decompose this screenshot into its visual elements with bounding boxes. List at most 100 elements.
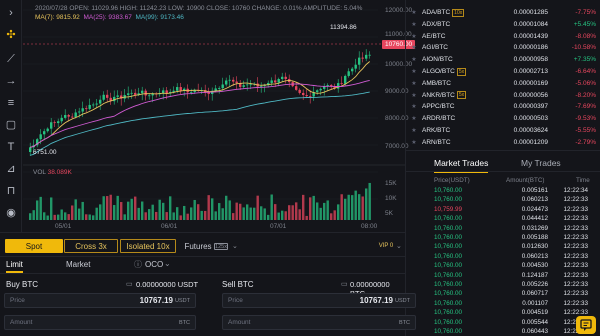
- magnet-icon[interactable]: ⊓: [4, 184, 18, 198]
- candle-body: [344, 75, 347, 84]
- sell-price-field[interactable]: Price 10767.19 USDT: [222, 293, 416, 308]
- volume-bar: [232, 213, 235, 220]
- volume-bar: [190, 207, 193, 220]
- candle-body: [235, 81, 238, 83]
- candle-body: [305, 95, 308, 97]
- tab-limit[interactable]: Limit: [6, 260, 23, 269]
- trade-amount: 0.005544: [521, 318, 548, 326]
- volume-label: VOL: [33, 169, 46, 176]
- volume-bar: [130, 198, 133, 220]
- favorite-star-icon[interactable]: ★: [406, 44, 422, 51]
- eye-icon[interactable]: ◉: [4, 206, 18, 220]
- pair-row[interactable]: ★ ALGO/BTC 5x 0.00002713 -6.64%: [406, 66, 600, 77]
- pair-row[interactable]: ★ ARK/BTC 0.00003624 -5.55%: [406, 125, 600, 136]
- candle-body: [309, 96, 312, 97]
- pair-row[interactable]: ★ ADA/BTC 10x 0.00001285 -7.75%: [406, 7, 600, 18]
- sell-price-label: Price: [228, 297, 243, 304]
- favorite-star-icon[interactable]: ★: [406, 21, 422, 28]
- favorite-star-icon[interactable]: ★: [406, 56, 422, 63]
- pair-row[interactable]: ★ AMB/BTC 0.00000169 -5.06%: [406, 78, 600, 89]
- favorite-star-icon[interactable]: ★: [406, 103, 422, 110]
- favorite-star-icon[interactable]: ★: [406, 80, 422, 87]
- chevron-down-icon[interactable]: ⌄: [232, 242, 238, 250]
- trade-price: 10,760.00: [434, 224, 463, 232]
- volume-bar: [78, 208, 81, 220]
- tab-market[interactable]: Market: [66, 260, 90, 269]
- trade-amount: 0.001107: [522, 299, 548, 307]
- favorite-star-icon[interactable]: ★: [406, 92, 422, 99]
- x-axis-label: 07/01: [270, 223, 287, 230]
- trade-amount: 0.060213: [521, 196, 548, 204]
- candle-body: [316, 90, 319, 93]
- pair-row[interactable]: ★ AION/BTC 0.00000958 +7.35%: [406, 54, 600, 65]
- price-chart[interactable]: 2020/07/28 OPEN: 11029.96 HIGH: 11242.23…: [23, 0, 416, 232]
- buy-amount-field[interactable]: Amount BTC: [4, 315, 196, 330]
- volume-bar: [330, 213, 333, 220]
- trade-price: 10,760.00: [434, 252, 463, 260]
- buy-title: Buy BTC: [6, 280, 39, 289]
- tab-oco[interactable]: OCO: [145, 260, 163, 269]
- spot-button[interactable]: Spot: [5, 239, 63, 253]
- volume-bar: [235, 202, 238, 220]
- pair-row[interactable]: ★ APPC/BTC 0.00000397 -7.69%: [406, 101, 600, 112]
- isolated-margin-button[interactable]: Isolated 10x: [120, 239, 176, 253]
- favorite-star-icon[interactable]: ★: [406, 33, 422, 40]
- pair-row[interactable]: ★ ADX/BTC 0.00001084 +5.45%: [406, 19, 600, 30]
- pair-row[interactable]: ★ ANKR/BTC 5x 0.00000056 -8.20%: [406, 90, 600, 101]
- futures-button[interactable]: Futures: [183, 239, 213, 253]
- drawing-tools-chevron-icon[interactable]: ›: [4, 6, 18, 20]
- volume-bar: [242, 207, 245, 220]
- trade-price: 10,760.00: [434, 309, 463, 317]
- buy-price-value: 10767.19: [139, 296, 173, 305]
- volume-bar: [302, 194, 305, 220]
- volume-bar: [365, 188, 368, 220]
- candle-body: [295, 86, 298, 90]
- chat-button[interactable]: [576, 316, 596, 334]
- buy-balance: 0.00000000 USDT: [136, 280, 199, 289]
- trendline-icon[interactable]: ⟋: [4, 52, 18, 66]
- rectangle-icon[interactable]: ▢: [4, 118, 18, 132]
- candle-body: [365, 54, 368, 59]
- buy-price-field[interactable]: Price 10767.19 USDT: [4, 293, 196, 308]
- vip-chevron-icon[interactable]: ⌄: [396, 242, 402, 250]
- pair-name: AE/BTC: [422, 32, 446, 40]
- favorite-star-icon[interactable]: ★: [406, 115, 422, 122]
- tab-my-trades[interactable]: My Trades: [521, 158, 561, 168]
- pair-row[interactable]: ★ ARN/BTC 0.00001209 -2.79%: [406, 137, 600, 148]
- sell-amount-field[interactable]: Amount BTC: [222, 315, 416, 330]
- volume-bar: [197, 204, 200, 220]
- trade-time: 12:22:33: [563, 205, 588, 213]
- favorite-star-icon[interactable]: ★: [406, 68, 422, 75]
- volume-bar: [179, 215, 182, 220]
- candle-body: [242, 85, 245, 87]
- volume-bar: [284, 211, 287, 220]
- pairs-list: ★ ADA/BTC 10x 0.00001285 -7.75% ★ ADX/BTC 0.000…: [405, 0, 600, 150]
- volume-bar: [225, 195, 228, 220]
- divider: [0, 256, 405, 257]
- oco-chevron-icon[interactable]: ⌄: [164, 259, 171, 268]
- cross-margin-button[interactable]: Cross 3x: [64, 239, 118, 253]
- candle-body: [99, 99, 102, 104]
- favorite-star-icon[interactable]: ★: [406, 139, 422, 146]
- fib-retracement-icon[interactable]: ≡: [4, 96, 18, 110]
- text-tool-icon[interactable]: T: [4, 140, 18, 154]
- favorite-star-icon[interactable]: ★: [406, 9, 422, 16]
- favorite-star-icon[interactable]: ★: [406, 127, 422, 134]
- pair-row[interactable]: ★ AGI/BTC 0.00000186 -10.58%: [406, 42, 600, 53]
- pair-row[interactable]: ★ ARDR/BTC 0.00000503 -9.53%: [406, 113, 600, 124]
- pair-price: 0.00000397: [513, 103, 548, 111]
- tab-market-trades[interactable]: Market Trades: [434, 158, 489, 173]
- volume-bar: [316, 202, 319, 220]
- volume-bar: [137, 207, 140, 220]
- info-icon[interactable]: ⓘ: [134, 259, 142, 270]
- crosshair-icon[interactable]: ✣: [4, 28, 18, 42]
- vip-level-badge: VIP 0: [378, 243, 394, 249]
- candle-body: [319, 88, 322, 91]
- candlestick-chart-svg[interactable]: [23, 0, 405, 232]
- ma25-label: MA(25): 9383.67: [83, 14, 132, 21]
- ray-arrow-icon[interactable]: →: [4, 74, 18, 88]
- measure-icon[interactable]: ⊿: [4, 162, 18, 176]
- pair-row[interactable]: ★ AE/BTC 0.00001439 -8.08%: [406, 31, 600, 42]
- pair-change: +5.45%: [573, 20, 596, 28]
- futures-leverage-badge: 125x: [214, 243, 228, 250]
